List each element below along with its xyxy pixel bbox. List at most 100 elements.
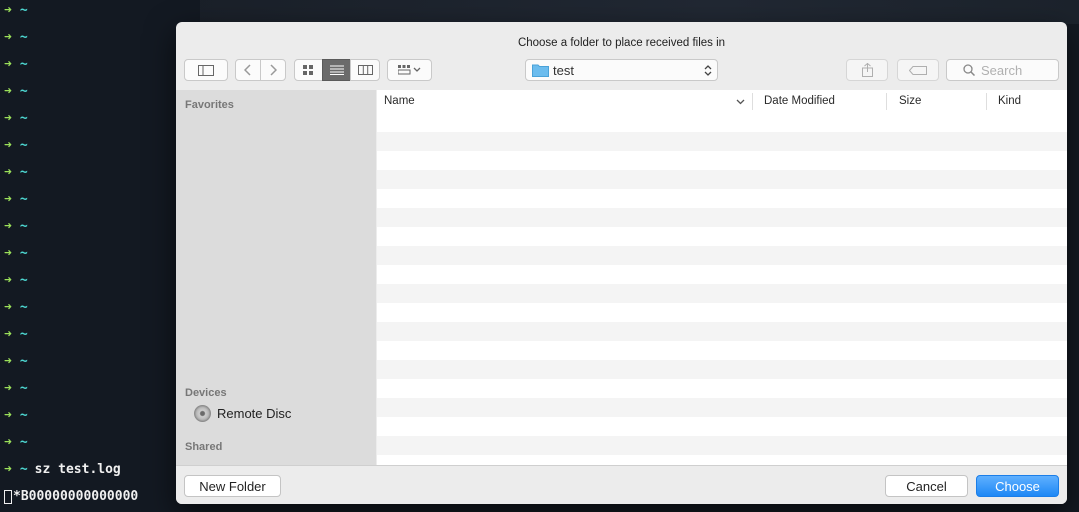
terminal-prompt-line: ➜ ~: [4, 406, 28, 426]
updown-chevron-icon: [704, 65, 712, 76]
share-icon: [861, 63, 873, 77]
prompt-tilde: ~: [19, 84, 28, 99]
dialog-title: Choose a folder to place received files …: [517, 37, 726, 49]
prompt-arrow-icon: ➜: [4, 111, 12, 126]
choose-button[interactable]: Choose: [976, 475, 1059, 497]
terminal-prompt-line: ➜ ~: [4, 163, 28, 183]
prompt-arrow-icon: ➜: [4, 57, 12, 72]
sidebar-item-label: Remote Disc: [217, 405, 292, 421]
forward-button[interactable]: [260, 59, 286, 81]
column-view-icon: [357, 65, 373, 75]
terminal-prompt-line: ➜ ~: [4, 28, 28, 48]
prompt-tilde: ~: [19, 381, 28, 396]
prompt-tilde: ~: [19, 30, 28, 45]
prompt-arrow-icon: ➜: [4, 327, 12, 342]
sidebar-section-devices: Devices: [185, 387, 227, 399]
cursor-icon: [4, 489, 12, 504]
open-panel-dialog: Choose a folder to place received files …: [176, 22, 1067, 504]
search-field[interactable]: Search: [946, 59, 1059, 81]
disc-icon: [194, 404, 211, 422]
file-list[interactable]: Name Date Modified Size Kind: [377, 90, 1067, 465]
sidebar-item-remote-disc[interactable]: Remote Disc: [194, 403, 291, 423]
terminal-prompt-line: ➜ ~: [4, 82, 28, 102]
prompt-tilde: ~: [19, 462, 28, 477]
group-by-icon: [397, 65, 420, 75]
terminal-prompt-line: ➜ ~: [4, 109, 28, 129]
prompt-arrow-icon: ➜: [4, 165, 12, 180]
prompt-tilde: ~: [19, 300, 28, 315]
share-button[interactable]: [846, 59, 888, 81]
terminal-prompt-line: ➜ ~: [4, 244, 28, 264]
terminal-output-line: *B00000000000000: [4, 487, 138, 507]
terminal-prompt-line: ➜ ~: [4, 271, 28, 291]
icon-view-button[interactable]: [294, 59, 323, 81]
terminal-prompt-line: ➜ ~: [4, 325, 28, 345]
terminal-prompt-line: ➜ ~: [4, 217, 28, 237]
list-view-button[interactable]: [322, 59, 351, 81]
new-folder-button[interactable]: New Folder: [184, 475, 281, 497]
prompt-arrow-icon: ➜: [4, 462, 12, 477]
column-size[interactable]: Size: [899, 90, 921, 113]
column-divider: [886, 93, 887, 110]
icon-view-icon: [303, 64, 313, 75]
tags-button[interactable]: [897, 59, 939, 81]
prompt-arrow-icon: ➜: [4, 300, 12, 315]
terminal-prompt-line: ➜ ~: [4, 298, 28, 318]
sort-chevron-icon: [736, 99, 745, 105]
terminal-window[interactable]: ➜ ~ ➜ ~ ➜ ~ ➜ ~ ➜ ~ ➜ ~ ➜ ~ ➜ ~ ➜ ~ ➜ ~ ➜ ~ ➜ ~ ➜ ~ ➜ ~ ➜ ~ ➜ ~ ➜ ~ ➜ ~ sz …: [0, 0, 200, 512]
prompt-tilde: ~: [19, 246, 28, 261]
sidebar: Favorites Devices Remote Disc Shared: [176, 90, 376, 465]
sidebar-toggle-button[interactable]: [184, 59, 228, 81]
prompt-arrow-icon: ➜: [4, 138, 12, 153]
group-by-button[interactable]: [387, 59, 432, 81]
terminal-command: sz test.log: [34, 462, 121, 477]
prompt-tilde: ~: [19, 273, 28, 288]
prompt-tilde: ~: [19, 165, 28, 180]
search-icon: [963, 64, 975, 76]
prompt-arrow-icon: ➜: [4, 435, 12, 450]
prompt-tilde: ~: [19, 219, 28, 234]
empty-file-rows: [377, 113, 1067, 465]
tag-icon: [909, 65, 927, 75]
location-popup[interactable]: test: [525, 59, 718, 81]
prompt-tilde: ~: [19, 435, 28, 450]
prompt-arrow-icon: ➜: [4, 354, 12, 369]
column-view-button[interactable]: [350, 59, 380, 81]
prompt-arrow-icon: ➜: [4, 219, 12, 234]
column-name[interactable]: Name: [384, 90, 415, 113]
desktop-background: [176, 0, 1079, 24]
terminal-prompt-line: ➜ ~: [4, 433, 28, 453]
prompt-arrow-icon: ➜: [4, 273, 12, 288]
column-divider: [986, 93, 987, 110]
terminal-prompt-line: ➜ ~: [4, 136, 28, 156]
prompt-arrow-icon: ➜: [4, 3, 12, 18]
prompt-arrow-icon: ➜: [4, 408, 12, 423]
terminal-output: *B00000000000000: [13, 489, 139, 504]
column-date-modified[interactable]: Date Modified: [764, 90, 835, 113]
terminal-prompt-line: ➜ ~: [4, 190, 28, 210]
column-kind[interactable]: Kind: [998, 90, 1021, 113]
prompt-tilde: ~: [19, 408, 28, 423]
prompt-arrow-icon: ➜: [4, 246, 12, 261]
chevron-left-icon: [244, 64, 251, 76]
sidebar-toggle-icon: [198, 64, 214, 76]
prompt-arrow-icon: ➜: [4, 84, 12, 99]
folder-icon: [532, 64, 549, 77]
prompt-arrow-icon: ➜: [4, 192, 12, 207]
list-view-icon: [329, 65, 344, 75]
terminal-prompt-line: ➜ ~: [4, 379, 28, 399]
cancel-button[interactable]: Cancel: [885, 475, 968, 497]
prompt-tilde: ~: [19, 138, 28, 153]
dialog-footer: New Folder Cancel Choose: [176, 465, 1067, 504]
search-placeholder: Search: [981, 62, 1023, 78]
column-header: Name Date Modified Size Kind: [377, 90, 1067, 114]
terminal-prompt-line: ➜ ~: [4, 352, 28, 372]
prompt-arrow-icon: ➜: [4, 30, 12, 45]
chevron-right-icon: [270, 64, 277, 76]
prompt-arrow-icon: ➜: [4, 381, 12, 396]
back-button[interactable]: [235, 59, 261, 81]
prompt-tilde: ~: [19, 192, 28, 207]
prompt-tilde: ~: [19, 57, 28, 72]
terminal-prompt-line: ➜ ~: [4, 1, 28, 21]
location-label: test: [553, 62, 574, 78]
